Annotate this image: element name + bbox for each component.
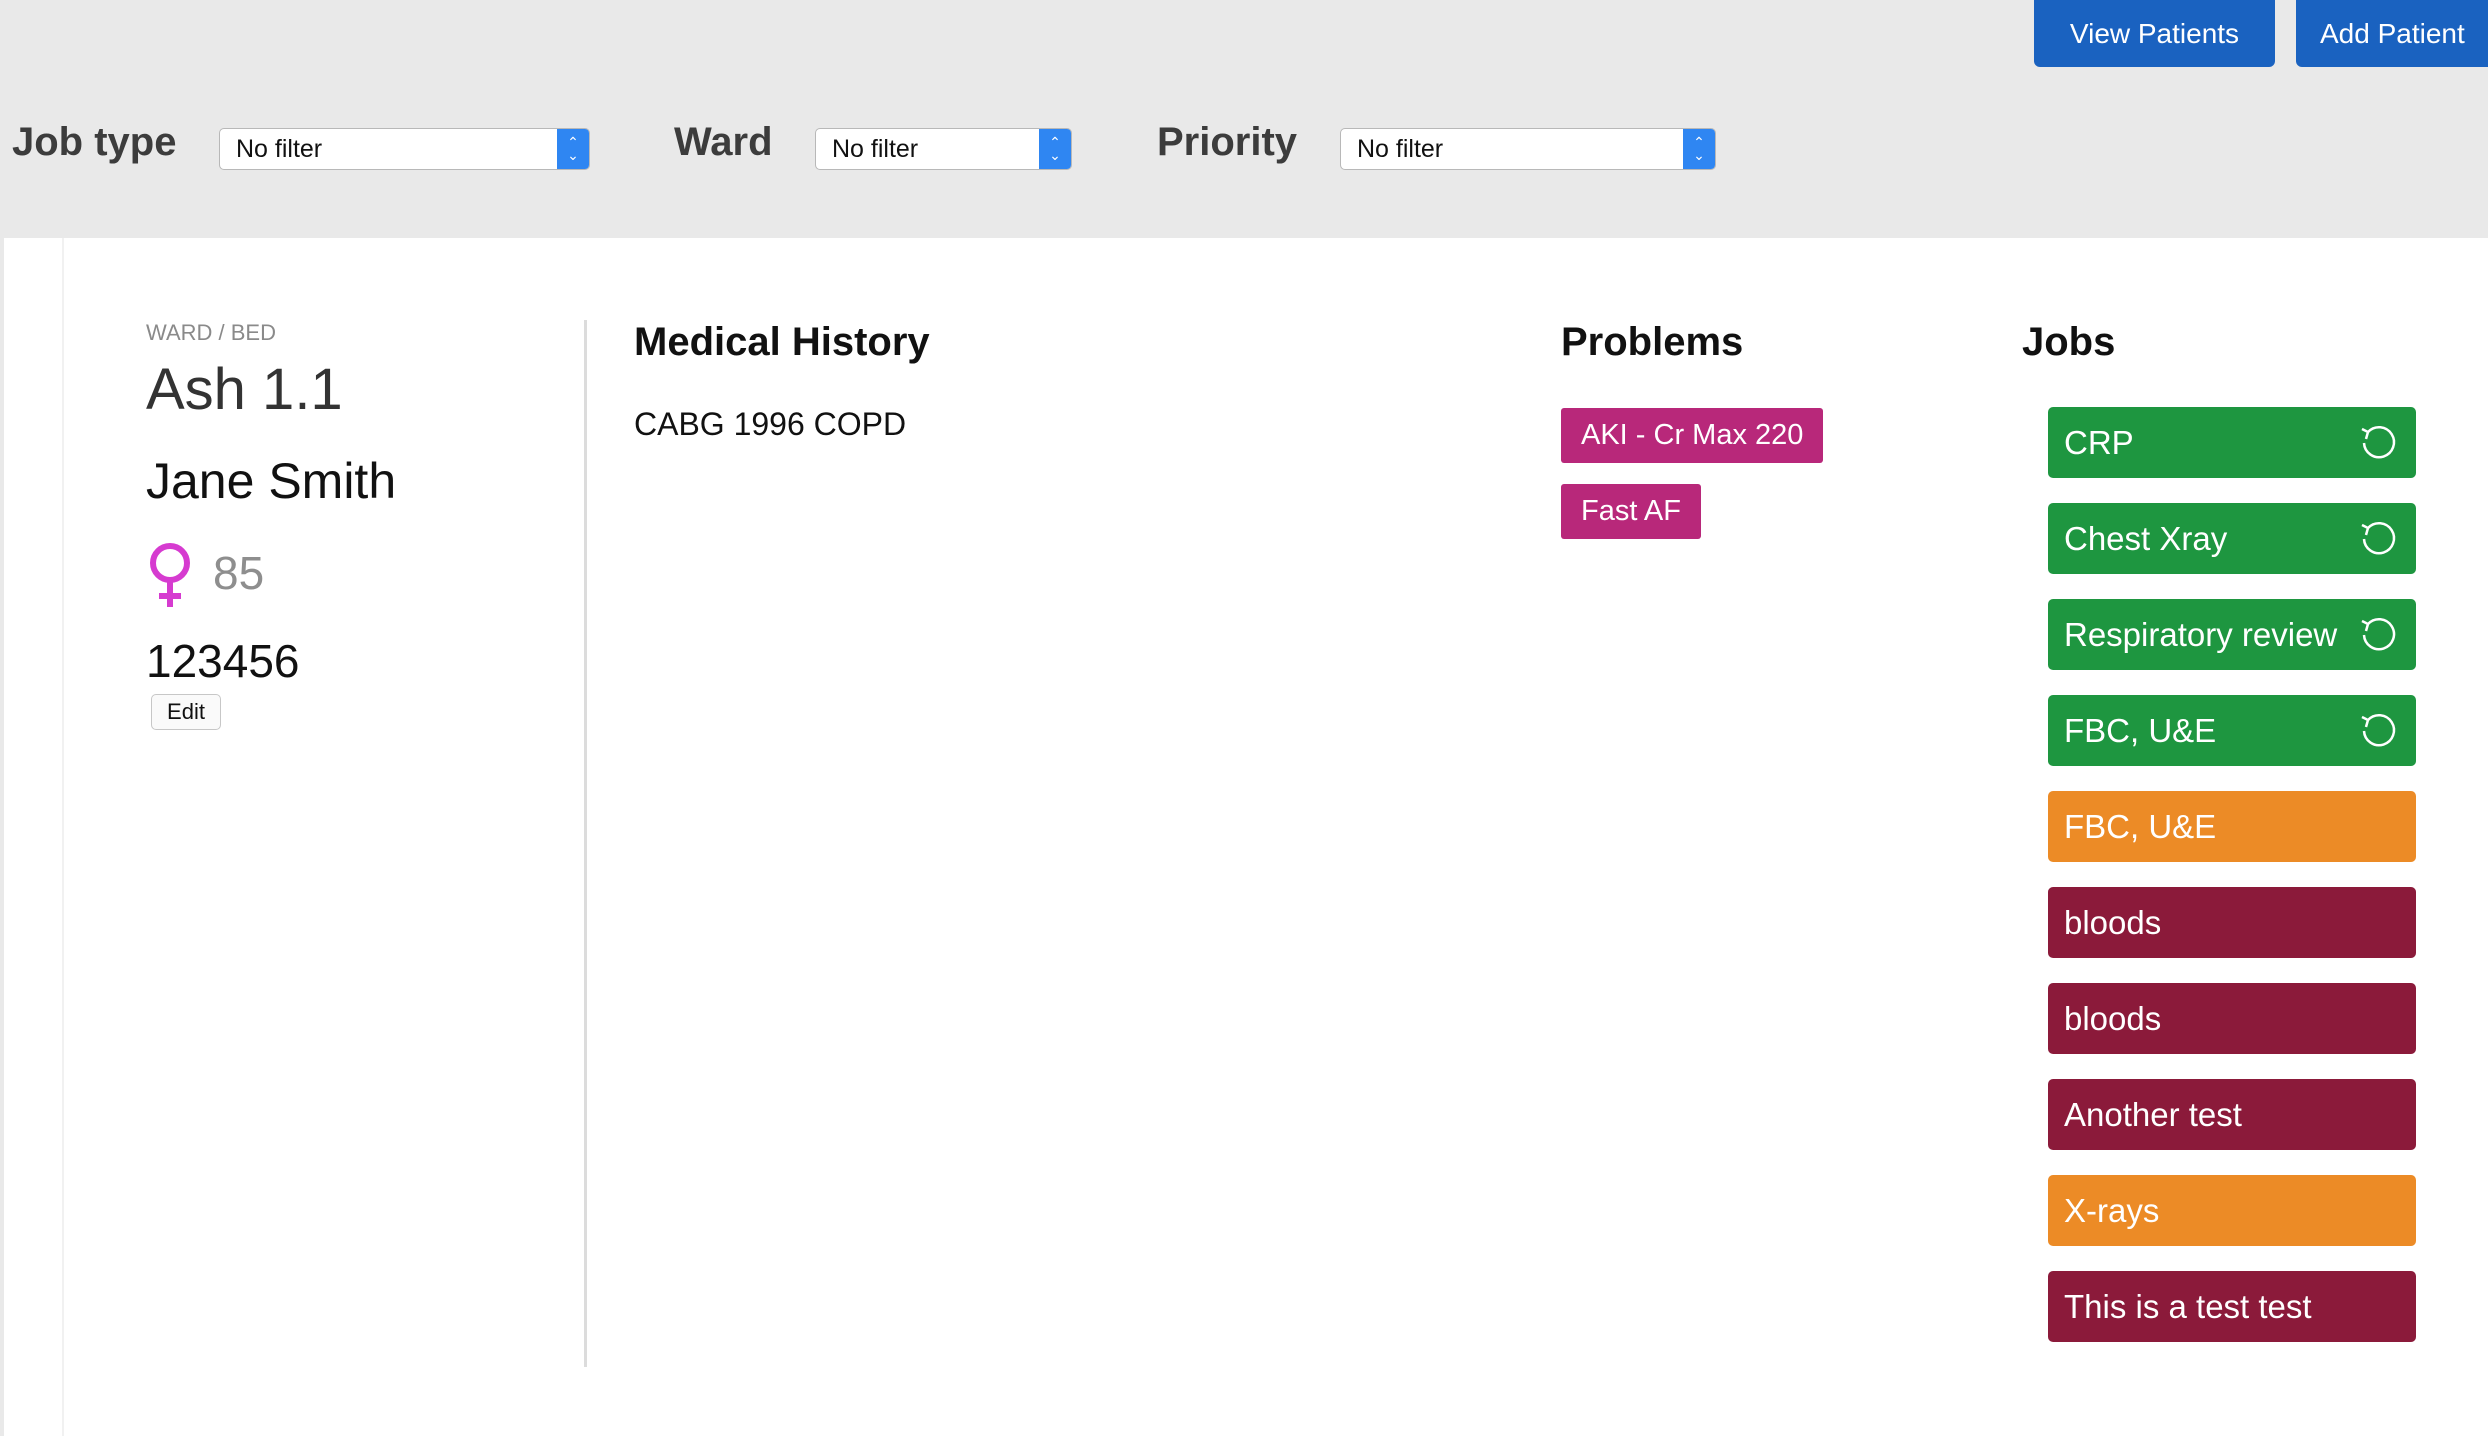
job-item[interactable]: FBC, U&E	[2048, 695, 2416, 766]
ward-select[interactable]: No filter ⌃ ⌄	[815, 128, 1072, 170]
job-item[interactable]: Chest Xray	[2048, 503, 2416, 574]
problems-title: Problems	[1561, 320, 1744, 364]
job-item[interactable]: CRP	[2048, 407, 2416, 478]
undo-icon[interactable]	[2358, 519, 2398, 559]
medical-history-title: Medical History	[634, 320, 930, 364]
edit-patient-button[interactable]: Edit	[151, 694, 221, 730]
medical-history-text: CABG 1996 COPD	[634, 406, 907, 442]
job-label: CRP	[2064, 423, 2134, 461]
jobs-title: Jobs	[2022, 320, 2116, 364]
patient-age: 85	[213, 547, 265, 599]
hospital-number: 123456	[146, 635, 300, 687]
ward-bed-label: WARD / BED	[146, 320, 276, 345]
priority-filter-label: Priority	[1157, 120, 1298, 164]
view-patients-button[interactable]: View Patients	[2034, 0, 2275, 67]
priority-select[interactable]: No filter ⌃ ⌄	[1340, 128, 1716, 170]
job-item[interactable]: This is a test test	[2048, 1271, 2416, 1342]
ward-filter-label: Ward	[674, 120, 773, 164]
select-arrows-icon: ⌃ ⌄	[1039, 129, 1071, 169]
job-label: FBC, U&E	[2064, 711, 2217, 749]
column-divider	[584, 320, 587, 1367]
job-label: bloods	[2064, 999, 2162, 1037]
job-item[interactable]: X-rays	[2048, 1175, 2416, 1246]
job-label: This is a test test	[2064, 1287, 2312, 1325]
ward-select-value: No filter	[832, 135, 919, 163]
problem-tag[interactable]: Fast AF	[1561, 484, 1701, 539]
job-item[interactable]: Respiratory review	[2048, 599, 2416, 670]
job-type-select-value: No filter	[236, 135, 323, 163]
problem-tag[interactable]: AKI - Cr Max 220	[1561, 408, 1824, 463]
job-item[interactable]: Another test	[2048, 1079, 2416, 1150]
job-label: Chest Xray	[2064, 519, 2228, 557]
patient-name: Jane Smith	[146, 453, 397, 509]
ward-bed-value: Ash 1.1	[146, 357, 343, 422]
select-arrows-icon: ⌃ ⌄	[557, 129, 589, 169]
card-left-border	[62, 238, 64, 1436]
job-label: bloods	[2064, 903, 2162, 941]
job-type-filter-label: Job type	[12, 120, 177, 164]
undo-icon[interactable]	[2358, 615, 2398, 655]
job-label: FBC, U&E	[2064, 807, 2217, 845]
priority-select-value: No filter	[1357, 135, 1444, 163]
job-label: Another test	[2064, 1095, 2242, 1133]
select-arrows-icon: ⌃ ⌄	[1683, 129, 1715, 169]
job-type-select[interactable]: No filter ⌃ ⌄	[219, 128, 590, 170]
add-patient-button[interactable]: Add Patient	[2296, 0, 2488, 67]
job-item[interactable]: bloods	[2048, 887, 2416, 958]
filter-bar: View Patients Add Patient Job type No fi…	[0, 0, 2488, 238]
job-label: Respiratory review	[2064, 615, 2338, 653]
job-item[interactable]: bloods	[2048, 983, 2416, 1054]
job-label: X-rays	[2064, 1191, 2160, 1229]
undo-icon[interactable]	[2358, 423, 2398, 463]
job-item[interactable]: FBC, U&E	[2048, 791, 2416, 862]
female-symbol-icon	[150, 543, 190, 607]
undo-icon[interactable]	[2358, 711, 2398, 751]
